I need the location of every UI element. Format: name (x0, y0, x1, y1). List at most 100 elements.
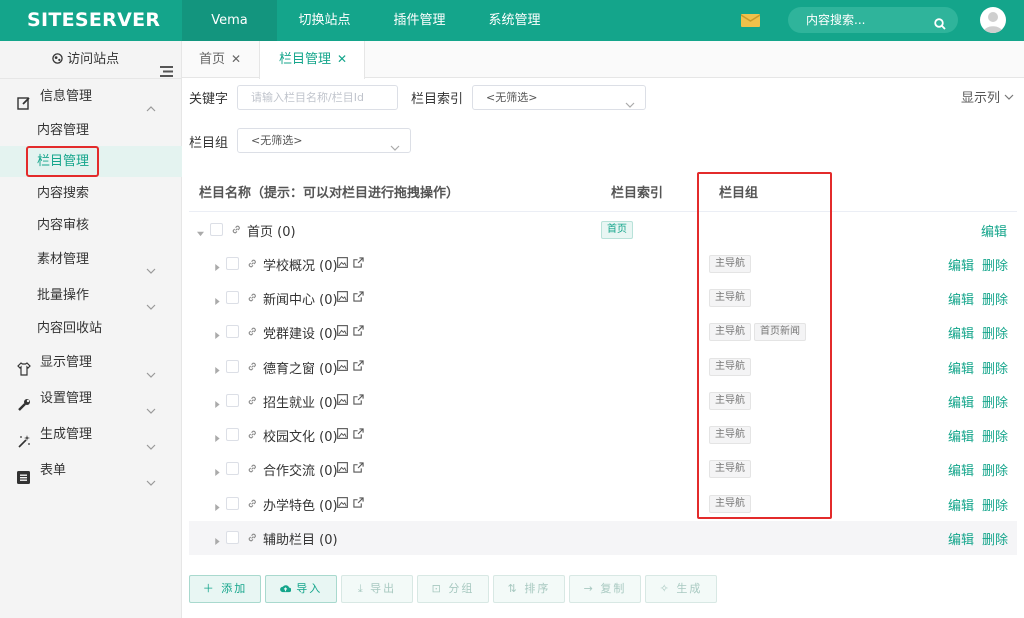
sidebar-group-forms[interactable]: 表单 (0, 454, 182, 488)
external-link-icon[interactable] (353, 497, 364, 512)
expand-arrow-icon[interactable] (214, 465, 220, 480)
row-checkbox[interactable] (226, 497, 239, 510)
tab-home[interactable]: 首页 ✕ (182, 41, 259, 78)
channel-name[interactable]: 校园文化 (0) (263, 426, 338, 445)
channel-index-select[interactable]: <无筛选> (472, 85, 646, 110)
channel-name[interactable]: 招生就业 (0) (263, 392, 338, 411)
sort-button[interactable]: ⇅ 排序 (493, 575, 565, 603)
expand-arrow-icon[interactable] (214, 431, 220, 446)
delete-button[interactable]: 删除 (982, 529, 1008, 548)
delete-button[interactable]: 删除 (982, 426, 1008, 445)
expand-arrow-icon[interactable] (214, 328, 220, 343)
table-row[interactable]: 办学特色 (0) 主导航 编辑 删除 (189, 487, 1017, 521)
external-link-icon[interactable] (353, 257, 364, 272)
image-icon[interactable] (337, 360, 348, 375)
expand-arrow-icon[interactable] (214, 363, 220, 378)
nav-plugins[interactable]: 插件管理 (372, 0, 467, 41)
row-checkbox[interactable] (226, 462, 239, 475)
row-checkbox[interactable] (210, 223, 223, 236)
export-button[interactable]: ⤓ 导出 (341, 575, 413, 603)
channel-name[interactable]: 合作交流 (0) (263, 460, 338, 479)
external-link-icon[interactable] (353, 462, 364, 477)
expand-arrow-icon[interactable] (214, 500, 220, 515)
channel-group-select[interactable]: <无筛选> (237, 128, 411, 153)
expand-arrow-icon[interactable] (214, 294, 220, 309)
row-checkbox[interactable] (226, 428, 239, 441)
keyword-input[interactable]: 请输入栏目名称/栏目Id (237, 85, 398, 110)
sidebar-group-settings[interactable]: 设置管理 (0, 382, 182, 416)
row-checkbox[interactable] (226, 360, 239, 373)
table-row[interactable]: 校园文化 (0) 主导航 编辑 删除 (189, 418, 1017, 452)
close-icon[interactable]: ✕ (337, 52, 347, 66)
expand-arrow-icon[interactable] (214, 397, 220, 412)
table-row[interactable]: 德育之窗 (0) 主导航 编辑 删除 (189, 350, 1017, 384)
image-icon[interactable] (337, 257, 348, 272)
row-checkbox[interactable] (226, 531, 239, 544)
table-row[interactable]: 学校概况 (0) 主导航 编辑 删除 (189, 247, 1017, 281)
delete-button[interactable]: 删除 (982, 358, 1008, 377)
import-button[interactable]: 导入 (265, 575, 337, 603)
edit-button[interactable]: 编辑 (948, 392, 974, 411)
sidebar-item-recycle[interactable]: 内容回收站 (0, 313, 182, 344)
edit-button[interactable]: 编辑 (948, 495, 974, 514)
channel-name[interactable]: 学校概况 (0) (263, 255, 338, 274)
channel-name[interactable]: 首页 (0) (247, 221, 296, 240)
edit-button[interactable]: 编辑 (948, 358, 974, 377)
external-link-icon[interactable] (353, 394, 364, 409)
sidebar-group-generate[interactable]: 生成管理 (0, 418, 182, 452)
show-columns-button[interactable]: 显示列 (961, 87, 1014, 106)
channel-name[interactable]: 党群建设 (0) (263, 323, 338, 342)
add-button[interactable]: ＋ 添加 (189, 575, 261, 603)
channel-name[interactable]: 办学特色 (0) (263, 495, 338, 514)
edit-button[interactable]: 编辑 (948, 323, 974, 342)
sidebar-item-review[interactable]: 内容审核 (0, 210, 182, 241)
channel-name[interactable]: 新闻中心 (0) (263, 289, 338, 308)
external-link-icon[interactable] (353, 325, 364, 340)
tab-channels[interactable]: 栏目管理 ✕ (259, 41, 365, 79)
site-logo[interactable]: SITESERVER (27, 9, 160, 31)
table-row[interactable]: 新闻中心 (0) 主导航 编辑 删除 (189, 281, 1017, 315)
table-row[interactable]: 党群建设 (0) 主导航 首页新闻 编辑 删除 (189, 315, 1017, 349)
delete-button[interactable]: 删除 (982, 392, 1008, 411)
edit-button[interactable]: 编辑 (948, 255, 974, 274)
user-avatar[interactable] (980, 7, 1006, 33)
row-checkbox[interactable] (226, 257, 239, 270)
edit-button[interactable]: 编辑 (948, 289, 974, 308)
image-icon[interactable] (337, 394, 348, 409)
image-icon[interactable] (337, 462, 348, 477)
sidebar-item-content[interactable]: 内容管理 (0, 115, 182, 146)
edit-button[interactable]: 编辑 (948, 529, 974, 548)
sidebar-group-info[interactable]: 信息管理 (0, 80, 182, 114)
row-checkbox[interactable] (226, 291, 239, 304)
image-icon[interactable] (337, 325, 348, 340)
close-icon[interactable]: ✕ (231, 52, 241, 66)
search-input[interactable]: 内容搜索... (788, 7, 958, 33)
channel-name[interactable]: 德育之窗 (0) (263, 358, 338, 377)
row-checkbox[interactable] (226, 394, 239, 407)
search-icon[interactable] (934, 13, 946, 39)
expand-arrow-icon[interactable] (214, 534, 220, 549)
table-row[interactable]: 合作交流 (0) 主导航 编辑 删除 (189, 452, 1017, 486)
group-button[interactable]: ⊡ 分组 (417, 575, 489, 603)
delete-button[interactable]: 删除 (982, 255, 1008, 274)
image-icon[interactable] (337, 428, 348, 443)
sidebar-group-display[interactable]: 显示管理 (0, 346, 182, 380)
edit-button[interactable]: 编辑 (948, 460, 974, 479)
delete-button[interactable]: 删除 (982, 460, 1008, 479)
delete-button[interactable]: 删除 (982, 289, 1008, 308)
delete-button[interactable]: 删除 (982, 323, 1008, 342)
nav-site-vema[interactable]: Vema (182, 0, 277, 41)
external-link-icon[interactable] (353, 428, 364, 443)
nav-system[interactable]: 系统管理 (467, 0, 562, 41)
visit-site-link[interactable]: 访问站点 (52, 41, 119, 79)
channel-name[interactable]: 辅助栏目 (0) (263, 529, 338, 548)
delete-button[interactable]: 删除 (982, 495, 1008, 514)
sidebar-item-batch[interactable]: 批量操作 (0, 280, 182, 311)
external-link-icon[interactable] (353, 360, 364, 375)
copy-button[interactable]: → 复制 (569, 575, 641, 603)
collapse-arrow-icon[interactable] (197, 226, 204, 241)
generate-button[interactable]: ✧ 生成 (645, 575, 717, 603)
expand-arrow-icon[interactable] (214, 260, 220, 275)
sidebar-item-materials[interactable]: 素材管理 (0, 244, 182, 275)
edit-button[interactable]: 编辑 (948, 426, 974, 445)
